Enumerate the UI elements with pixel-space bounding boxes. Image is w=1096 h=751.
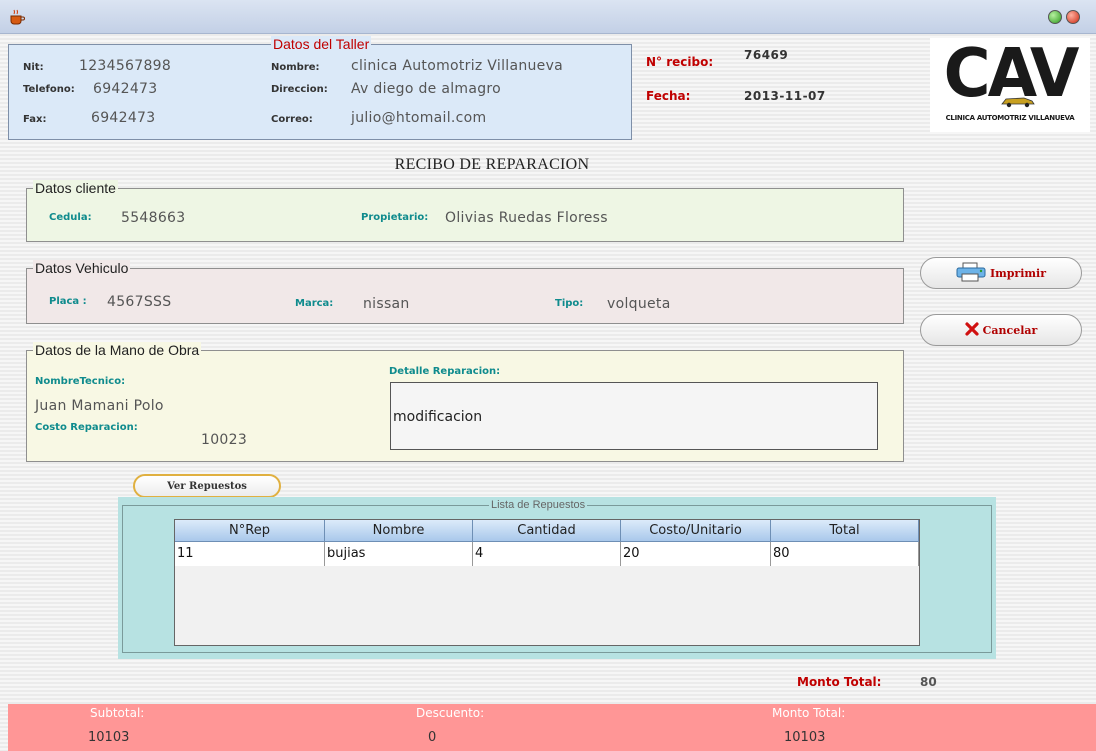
minimize-button[interactable] xyxy=(1048,10,1062,24)
detalle-value: modificacion xyxy=(393,409,483,425)
column-header-total[interactable]: Total xyxy=(771,520,919,542)
costo-label: Costo Reparacion: xyxy=(35,422,138,433)
propietario-value: Olivias Ruedas Floress xyxy=(445,210,608,226)
repuestos-table[interactable]: N°Rep Nombre Cantidad Costo/Unitario Tot… xyxy=(174,519,920,646)
cliente-panel: Datos cliente Cedula: 5548663 Propietari… xyxy=(26,180,904,242)
fecha-label: Fecha: xyxy=(646,89,691,103)
window-titlebar xyxy=(0,0,1096,34)
table-cell-costo-unitario[interactable]: 20 xyxy=(621,542,771,566)
cancelar-button[interactable]: Cancelar xyxy=(920,314,1082,346)
cancel-x-icon xyxy=(965,321,979,339)
recibo-label: N° recibo: xyxy=(646,55,714,69)
tipo-label: Tipo: xyxy=(555,298,584,309)
table-cell-cantidad[interactable]: 4 xyxy=(473,542,621,566)
tecnico-label: NombreTecnico: xyxy=(35,376,126,387)
taller-panel: Datos del Taller Nit: 1234567898 Telefon… xyxy=(8,36,632,140)
nombre-value: clinica Automotriz Villanueva xyxy=(351,58,564,74)
vehiculo-legend: Datos Vehiculo xyxy=(33,260,131,276)
footer-monto-total-label: Monto Total: xyxy=(772,706,846,720)
marca-label: Marca: xyxy=(295,298,334,309)
cedula-value: 5548663 xyxy=(121,210,186,226)
logo-subtitle: CLINICA AUTOMOTRIZ VILLANUEVA xyxy=(945,114,1075,122)
repuestos-legend: Lista de Repuestos xyxy=(489,499,588,511)
costo-value: 10023 xyxy=(201,432,248,448)
direccion-label: Direccion: xyxy=(271,84,328,95)
detalle-textarea[interactable]: modificacion xyxy=(390,382,878,450)
ver-repuestos-button[interactable]: Ver Repuestos xyxy=(133,474,281,498)
tecnico-value: Juan Mamani Polo xyxy=(35,398,164,414)
telefono-label: Telefono: xyxy=(23,84,75,95)
cedula-label: Cedula: xyxy=(49,212,92,223)
nombre-label: Nombre: xyxy=(271,62,320,73)
table-cell-nombre[interactable]: bujias xyxy=(325,542,473,566)
cancelar-label: Cancelar xyxy=(982,323,1038,337)
printer-icon xyxy=(956,262,986,285)
placa-label: Placa : xyxy=(49,296,87,307)
descuento-value: 0 xyxy=(428,730,437,745)
column-header-cantidad[interactable]: Cantidad xyxy=(473,520,621,542)
tipo-value: volqueta xyxy=(607,296,671,312)
footer-monto-total-value: 10103 xyxy=(784,730,826,745)
column-header-nrep[interactable]: N°Rep xyxy=(175,520,325,542)
correo-value: julio@htomail.com xyxy=(351,110,487,126)
telefono-value: 6942473 xyxy=(93,81,158,97)
placa-value: 4567SSS xyxy=(107,294,172,310)
direccion-value: Av diego de almagro xyxy=(351,81,502,97)
nit-label: Nit: xyxy=(23,62,44,73)
nit-value: 1234567898 xyxy=(79,58,172,74)
fax-label: Fax: xyxy=(23,114,47,125)
car-icon xyxy=(1001,97,1035,108)
detalle-label: Detalle Reparacion: xyxy=(389,366,501,377)
marca-value: nissan xyxy=(363,296,410,312)
subtotal-value: 10103 xyxy=(88,730,130,745)
mano-obra-legend: Datos de la Mano de Obra xyxy=(33,342,202,358)
table-row[interactable]: 11 bujias 4 20 80 xyxy=(175,542,919,566)
subtotal-label: Subtotal: xyxy=(90,706,145,720)
close-window-button[interactable] xyxy=(1066,10,1080,24)
monto-total-label: Monto Total: xyxy=(797,675,882,689)
recibo-value: 76469 xyxy=(744,48,789,62)
descuento-label: Descuento: xyxy=(416,706,485,720)
imprimir-label: Imprimir xyxy=(989,266,1047,280)
table-cell-nrep[interactable]: 11 xyxy=(175,542,325,566)
taller-legend: Datos del Taller xyxy=(271,36,372,52)
imprimir-button[interactable]: Imprimir xyxy=(920,257,1082,289)
vehiculo-panel: Datos Vehiculo Placa : 4567SSS Marca: ni… xyxy=(26,260,904,324)
column-header-costo-unitario[interactable]: Costo/Unitario xyxy=(621,520,771,542)
java-cup-icon xyxy=(8,8,26,26)
totals-footer: Subtotal: 10103 Descuento: 0 Monto Total… xyxy=(8,704,1096,751)
table-cell-total[interactable]: 80 xyxy=(771,542,919,566)
repuestos-panel: Lista de Repuestos N°Rep Nombre Cantidad… xyxy=(118,497,996,659)
cliente-legend: Datos cliente xyxy=(33,180,118,196)
fecha-value: 2013-11-07 xyxy=(744,89,826,103)
cav-logo: CAV CLINICA AUTOMOTRIZ VILLANUEVA xyxy=(930,38,1090,132)
monto-total-value: 80 xyxy=(920,675,937,689)
fax-value: 6942473 xyxy=(91,110,156,126)
column-header-nombre[interactable]: Nombre xyxy=(325,520,473,542)
propietario-label: Propietario: xyxy=(361,212,429,223)
page-title: RECIBO DE REPARACION xyxy=(394,156,590,173)
correo-label: Correo: xyxy=(271,114,313,125)
